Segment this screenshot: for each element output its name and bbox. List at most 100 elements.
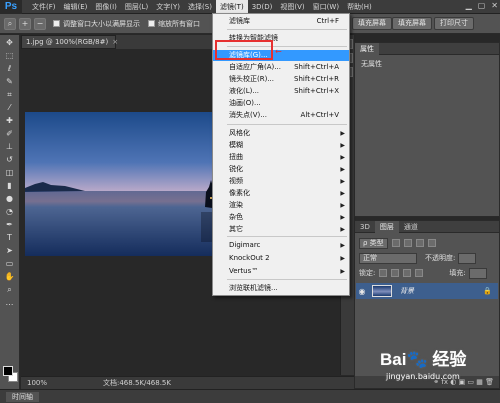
submenu-arrow-icon: ▶ bbox=[340, 226, 345, 233]
lock-image-icon[interactable] bbox=[391, 269, 400, 277]
menu-item-submenu[interactable]: 风格化 ▶ bbox=[213, 128, 349, 139]
menu-item-plugin[interactable]: KnockOut 2 ▶ bbox=[213, 253, 349, 264]
menu-item[interactable]: 文字(Y) bbox=[152, 0, 184, 14]
clone-stamp-tool-icon[interactable]: ⊥ bbox=[3, 142, 17, 152]
menu-item-submenu[interactable]: 锐化 ▶ bbox=[213, 164, 349, 175]
menu-item-last-filter[interactable]: 滤镜库 Ctrl+F bbox=[213, 16, 349, 27]
fill-label: 填充: bbox=[449, 269, 466, 277]
menu-item-submenu[interactable]: 模糊 ▶ bbox=[213, 140, 349, 151]
menu-item-submenu[interactable]: 视频 ▶ bbox=[213, 176, 349, 187]
hand-tool-icon[interactable]: ✋ bbox=[3, 272, 17, 282]
zoom-tool-sidebar-icon[interactable]: ⌕ bbox=[3, 285, 17, 295]
lock-all-icon[interactable] bbox=[415, 269, 424, 277]
menu-item-submenu[interactable]: 渲染 ▶ bbox=[213, 200, 349, 211]
menu-item-submenu[interactable]: 杂色 ▶ bbox=[213, 212, 349, 223]
submenu-label: 像素化 bbox=[229, 189, 250, 197]
close-tab-icon[interactable]: × bbox=[112, 38, 118, 46]
filter-type-icon[interactable] bbox=[415, 239, 424, 247]
shape-tool-icon[interactable]: ▭ bbox=[3, 259, 17, 269]
no-properties-text: 无属性 bbox=[361, 60, 382, 68]
layer-kind-select[interactable]: ρ 类型 bbox=[359, 237, 388, 249]
menu-separator bbox=[227, 279, 347, 280]
menu-item-vanishing-point[interactable]: 消失点(V)... Alt+Ctrl+V bbox=[213, 110, 349, 121]
menu-item[interactable]: 视图(V) bbox=[276, 0, 308, 14]
dodge-tool-icon[interactable]: ◔ bbox=[3, 207, 17, 217]
filter-adjust-icon[interactable] bbox=[403, 239, 412, 247]
menu-item-submenu[interactable]: 其它 ▶ bbox=[213, 224, 349, 235]
maximize-icon[interactable]: ▢ bbox=[478, 1, 486, 10]
menu-item[interactable]: 帮助(H) bbox=[343, 0, 376, 14]
layer-row-background[interactable]: ◉ 背景 🔒 bbox=[356, 283, 498, 299]
gradient-tool-icon[interactable]: ▮ bbox=[3, 181, 17, 191]
zoom-level[interactable]: 100% bbox=[27, 377, 47, 389]
menu-item[interactable]: 图层(L) bbox=[121, 0, 152, 14]
vanishing-point-shortcut: Alt+Ctrl+V bbox=[300, 111, 339, 119]
pen-tool-icon[interactable]: ✒ bbox=[3, 220, 17, 230]
visibility-eye-icon[interactable]: ◉ bbox=[356, 287, 368, 296]
blend-mode-select[interactable]: 正常 bbox=[359, 252, 417, 264]
blend-row: 正常 不透明度: bbox=[359, 252, 477, 264]
menu-separator bbox=[227, 236, 347, 237]
menu-item[interactable]: 窗口(W) bbox=[309, 0, 343, 14]
properties-tab[interactable]: 属性 bbox=[355, 42, 379, 55]
fill-field[interactable] bbox=[468, 267, 487, 279]
tab-3d[interactable]: 3D bbox=[355, 221, 375, 233]
resize-windows-checkbox[interactable] bbox=[53, 20, 60, 27]
opacity-field[interactable] bbox=[458, 252, 477, 264]
menu-item-submenu[interactable]: 像素化 ▶ bbox=[213, 188, 349, 199]
more-tools-icon[interactable]: … bbox=[3, 298, 17, 308]
quick-select-tool-icon[interactable]: ✎ bbox=[3, 77, 17, 87]
foreground-color-swatch[interactable] bbox=[3, 366, 13, 376]
fill-screen-button-2[interactable]: 填充屏幕 bbox=[392, 17, 432, 30]
lock-transparent-icon[interactable] bbox=[379, 269, 388, 277]
menu-item-liquify[interactable]: 液化(L)... Shift+Ctrl+X bbox=[213, 86, 349, 97]
lasso-tool-icon[interactable]: ℓ bbox=[3, 64, 17, 74]
menu-item-browse-online[interactable]: 浏览联机滤镜... bbox=[213, 283, 349, 294]
menu-item[interactable]: 编辑(E) bbox=[60, 0, 92, 14]
menu-item[interactable]: 选择(S) bbox=[184, 0, 216, 14]
document-tab[interactable]: 1.jpg @ 100%(RGB/8#) × bbox=[21, 35, 118, 49]
close-icon[interactable]: ✕ bbox=[491, 1, 498, 10]
print-size-button[interactable]: 打印尺寸 bbox=[434, 17, 474, 30]
tab-channels[interactable]: 通道 bbox=[399, 221, 423, 233]
plugin-label: KnockOut 2 bbox=[229, 254, 270, 262]
zoom-all-checkbox[interactable] bbox=[148, 20, 155, 27]
document-info: 文档:468.5K/468.5K bbox=[103, 379, 171, 387]
tab-layers[interactable]: 图层 bbox=[374, 220, 399, 233]
menu-item-submenu[interactable]: 扭曲 ▶ bbox=[213, 152, 349, 163]
lock-position-icon[interactable] bbox=[403, 269, 412, 277]
menu-item-plugin[interactable]: Vertus™ ▶ bbox=[213, 266, 349, 277]
menu-item-oil-paint[interactable]: 油画(O)... bbox=[213, 98, 349, 109]
filter-shape-icon[interactable] bbox=[427, 239, 436, 247]
eraser-tool-icon[interactable]: ◫ bbox=[3, 168, 17, 178]
brush-tool-icon[interactable]: ✐ bbox=[3, 129, 17, 139]
type-tool-icon[interactable]: T bbox=[3, 233, 17, 243]
menu-item-plugin[interactable]: Digimarc ▶ bbox=[213, 240, 349, 251]
opacity-label: 不透明度: bbox=[425, 254, 456, 262]
zoom-tool-icon[interactable]: ⌕ bbox=[4, 17, 16, 30]
healing-brush-tool-icon[interactable]: ✚ bbox=[3, 116, 17, 126]
timeline-tab[interactable]: 时间轴 bbox=[6, 392, 39, 402]
menu-item[interactable]: 文件(F) bbox=[28, 0, 60, 14]
menu-item-adaptive-wide-angle[interactable]: 自适应广角(A)... Shift+Ctrl+A bbox=[213, 62, 349, 73]
menu-item[interactable]: 3D(D) bbox=[248, 0, 277, 14]
move-tool-icon[interactable]: ✥ bbox=[3, 38, 17, 48]
eyedropper-tool-icon[interactable]: ⁄ bbox=[3, 103, 17, 113]
blur-tool-icon[interactable]: ● bbox=[3, 194, 17, 204]
fill-screen-button[interactable]: 填充屏幕 bbox=[352, 17, 392, 30]
submenu-arrow-icon: ▶ bbox=[340, 242, 345, 249]
marquee-tool-icon[interactable]: ⬚ bbox=[3, 51, 17, 61]
filter-pixel-icon[interactable] bbox=[391, 239, 400, 247]
zoom-out-icon[interactable]: − bbox=[34, 17, 46, 30]
menu-item-lens-correction[interactable]: 镜头校正(R)... Shift+Ctrl+R bbox=[213, 74, 349, 85]
zoom-in-icon[interactable]: + bbox=[19, 17, 31, 30]
minimize-icon[interactable]: ▁ bbox=[466, 1, 472, 10]
crop-tool-icon[interactable]: ⌗ bbox=[3, 90, 17, 100]
menu-filter[interactable]: 滤镜(T) bbox=[215, 0, 248, 14]
path-select-tool-icon[interactable]: ➤ bbox=[3, 246, 17, 256]
layer-filter-row: ρ 类型 bbox=[359, 237, 436, 249]
menu-item[interactable]: 图像(I) bbox=[91, 0, 121, 14]
image-canvas[interactable] bbox=[25, 112, 241, 256]
menu-bar: Ps 文件(F) 编辑(E) 图像(I) 图层(L) 文字(Y) 选择(S) 滤镜(T) 3D… bbox=[0, 0, 500, 14]
history-brush-tool-icon[interactable]: ↺ bbox=[3, 155, 17, 165]
